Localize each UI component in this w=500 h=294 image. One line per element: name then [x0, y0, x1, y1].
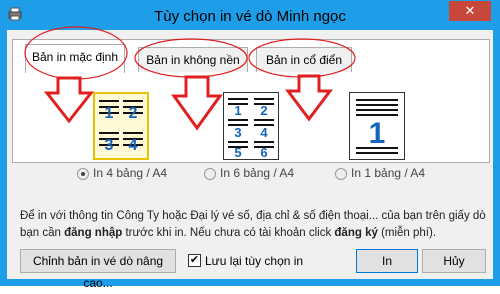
- tab-no-background-print[interactable]: Bản in không nền: [138, 47, 248, 72]
- thumb4-number: 3: [105, 137, 114, 154]
- thumb6-number: 4: [260, 125, 268, 140]
- tab-classic-print[interactable]: Bản in cổ điển: [256, 47, 352, 72]
- title-bar[interactable]: Tùy chọn in vé dò Minh ngọc ✕: [0, 0, 500, 30]
- layout-1-thumbnail[interactable]: 1: [349, 92, 405, 160]
- advanced-settings-button[interactable]: Chỉnh bản in vé dò nâng cao...: [20, 249, 176, 290]
- four-tables-icon: 1 2 3 4: [99, 100, 143, 154]
- radio-layout-4-label[interactable]: In 4 bảng / A4: [93, 166, 167, 180]
- thumb4-number: 2: [129, 105, 138, 122]
- thumb4-number: 1: [105, 105, 114, 122]
- radio-layout-1-label[interactable]: In 1 bảng / A4: [351, 166, 425, 180]
- radio-layout-6[interactable]: [204, 168, 216, 180]
- radio-layout-1[interactable]: [335, 168, 347, 180]
- cancel-button[interactable]: Hủy: [422, 249, 486, 273]
- save-options-label[interactable]: Lưu lại tùy chọn in: [205, 254, 303, 268]
- save-options-checkbox[interactable]: ✔: [188, 254, 201, 267]
- info-text-part3: (miễn phí).: [377, 227, 437, 239]
- login-info-text: Để in với thông tin Công Ty hoặc Đại lý …: [20, 208, 490, 242]
- login-link[interactable]: đăng nhập: [64, 227, 122, 239]
- thumb6-number: 3: [234, 125, 241, 140]
- thumb4-number: 4: [129, 137, 138, 154]
- thumb6-number: 1: [234, 103, 241, 118]
- radio-layout-4[interactable]: [77, 168, 89, 180]
- radio-layout-6-label[interactable]: In 6 bảng / A4: [220, 166, 294, 180]
- one-table-icon: 1: [356, 99, 398, 154]
- thumb6-number: 6: [260, 145, 267, 159]
- close-button[interactable]: ✕: [449, 1, 491, 21]
- six-tables-icon: 1 2 3 4 5 6: [228, 98, 274, 159]
- register-link[interactable]: đăng ký: [334, 227, 377, 239]
- info-text-part2: trước khi in. Nếu chưa có tài khoản clic…: [122, 227, 335, 239]
- thumb6-number: 2: [260, 103, 267, 118]
- print-button[interactable]: In: [356, 249, 418, 273]
- tab-default-print[interactable]: Bản in mặc định: [25, 44, 125, 73]
- layout-6-thumbnail[interactable]: 1 2 3 4 5 6: [223, 92, 279, 160]
- layout-4-thumbnail[interactable]: 1 2 3 4: [93, 92, 149, 160]
- window-title: Tùy chọn in vé dò Minh ngọc: [154, 8, 346, 25]
- thumb6-number: 5: [234, 145, 241, 159]
- radio-selected-dot: [81, 172, 85, 176]
- thumb1-number: 1: [369, 117, 386, 150]
